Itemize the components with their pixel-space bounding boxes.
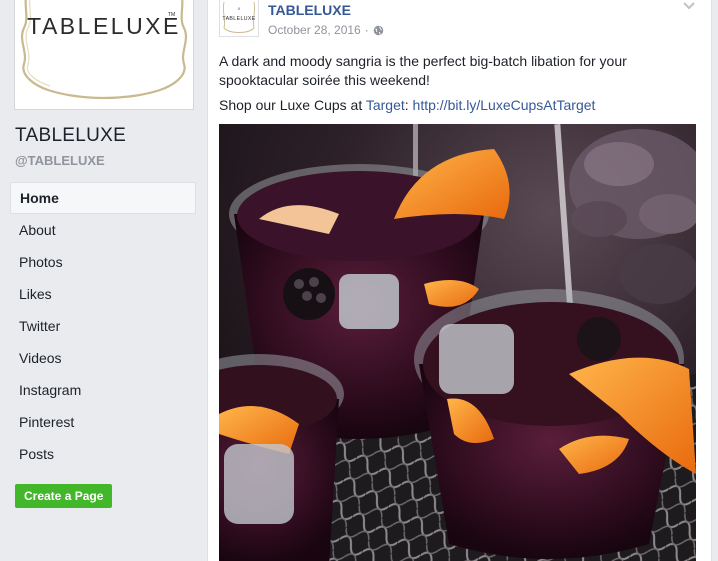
logo-wordmark: TABLELUXE bbox=[27, 13, 181, 39]
post-card: X TABLELUXE TABLELUXE October 28, 2016 ·… bbox=[207, 0, 712, 561]
post-avatar[interactable]: X TABLELUXE bbox=[219, 0, 259, 37]
shop-colon: : bbox=[404, 97, 413, 113]
chevron-down-icon[interactable] bbox=[682, 1, 696, 11]
page-handle[interactable]: @TABLELUXE bbox=[15, 153, 105, 168]
page-nav: Home About Photos Likes Twitter Videos I… bbox=[10, 182, 196, 470]
post-author[interactable]: TABLELUXE bbox=[268, 2, 351, 18]
svg-text:TM: TM bbox=[168, 12, 175, 18]
nav-item-pinterest[interactable]: Pinterest bbox=[10, 406, 196, 438]
post-date[interactable]: October 28, 2016 bbox=[268, 23, 361, 37]
post-meta: October 28, 2016 · bbox=[268, 23, 384, 37]
nav-item-likes[interactable]: Likes bbox=[10, 278, 196, 310]
svg-text:X: X bbox=[238, 6, 241, 11]
post-text: A dark and moody sangria is the perfect … bbox=[219, 52, 699, 115]
nav-item-instagram[interactable]: Instagram bbox=[10, 374, 196, 406]
left-sidebar: TABLELUXE TM TABLELUXE @TABLELUXE Home A… bbox=[0, 0, 206, 561]
svg-text:TABLELUXE: TABLELUXE bbox=[222, 16, 255, 22]
nav-item-videos[interactable]: Videos bbox=[10, 342, 196, 374]
page-name: TABLELUXE bbox=[15, 125, 127, 146]
nav-item-home[interactable]: Home bbox=[10, 182, 196, 214]
target-link[interactable]: Target bbox=[366, 97, 405, 113]
nav-item-twitter[interactable]: Twitter bbox=[10, 310, 196, 342]
shop-prefix: Shop our Luxe Cups at bbox=[219, 97, 366, 113]
post-caption: A dark and moody sangria is the perfect … bbox=[219, 53, 627, 88]
post-shop-line: Shop our Luxe Cups at Target: http://bit… bbox=[219, 96, 699, 115]
globe-icon[interactable] bbox=[373, 25, 384, 36]
luxe-cups-url-link[interactable]: http://bit.ly/LuxeCupsAtTarget bbox=[413, 97, 596, 113]
nav-item-photos[interactable]: Photos bbox=[10, 246, 196, 278]
meta-separator: · bbox=[364, 23, 369, 37]
nav-item-about[interactable]: About bbox=[10, 214, 196, 246]
nav-item-posts[interactable]: Posts bbox=[10, 438, 196, 470]
create-page-button[interactable]: Create a Page bbox=[15, 484, 113, 508]
profile-picture[interactable]: TABLELUXE TM bbox=[14, 0, 194, 110]
tableluxe-logo: TABLELUXE TM bbox=[20, 0, 188, 104]
post-photo-sangria[interactable] bbox=[219, 124, 696, 561]
